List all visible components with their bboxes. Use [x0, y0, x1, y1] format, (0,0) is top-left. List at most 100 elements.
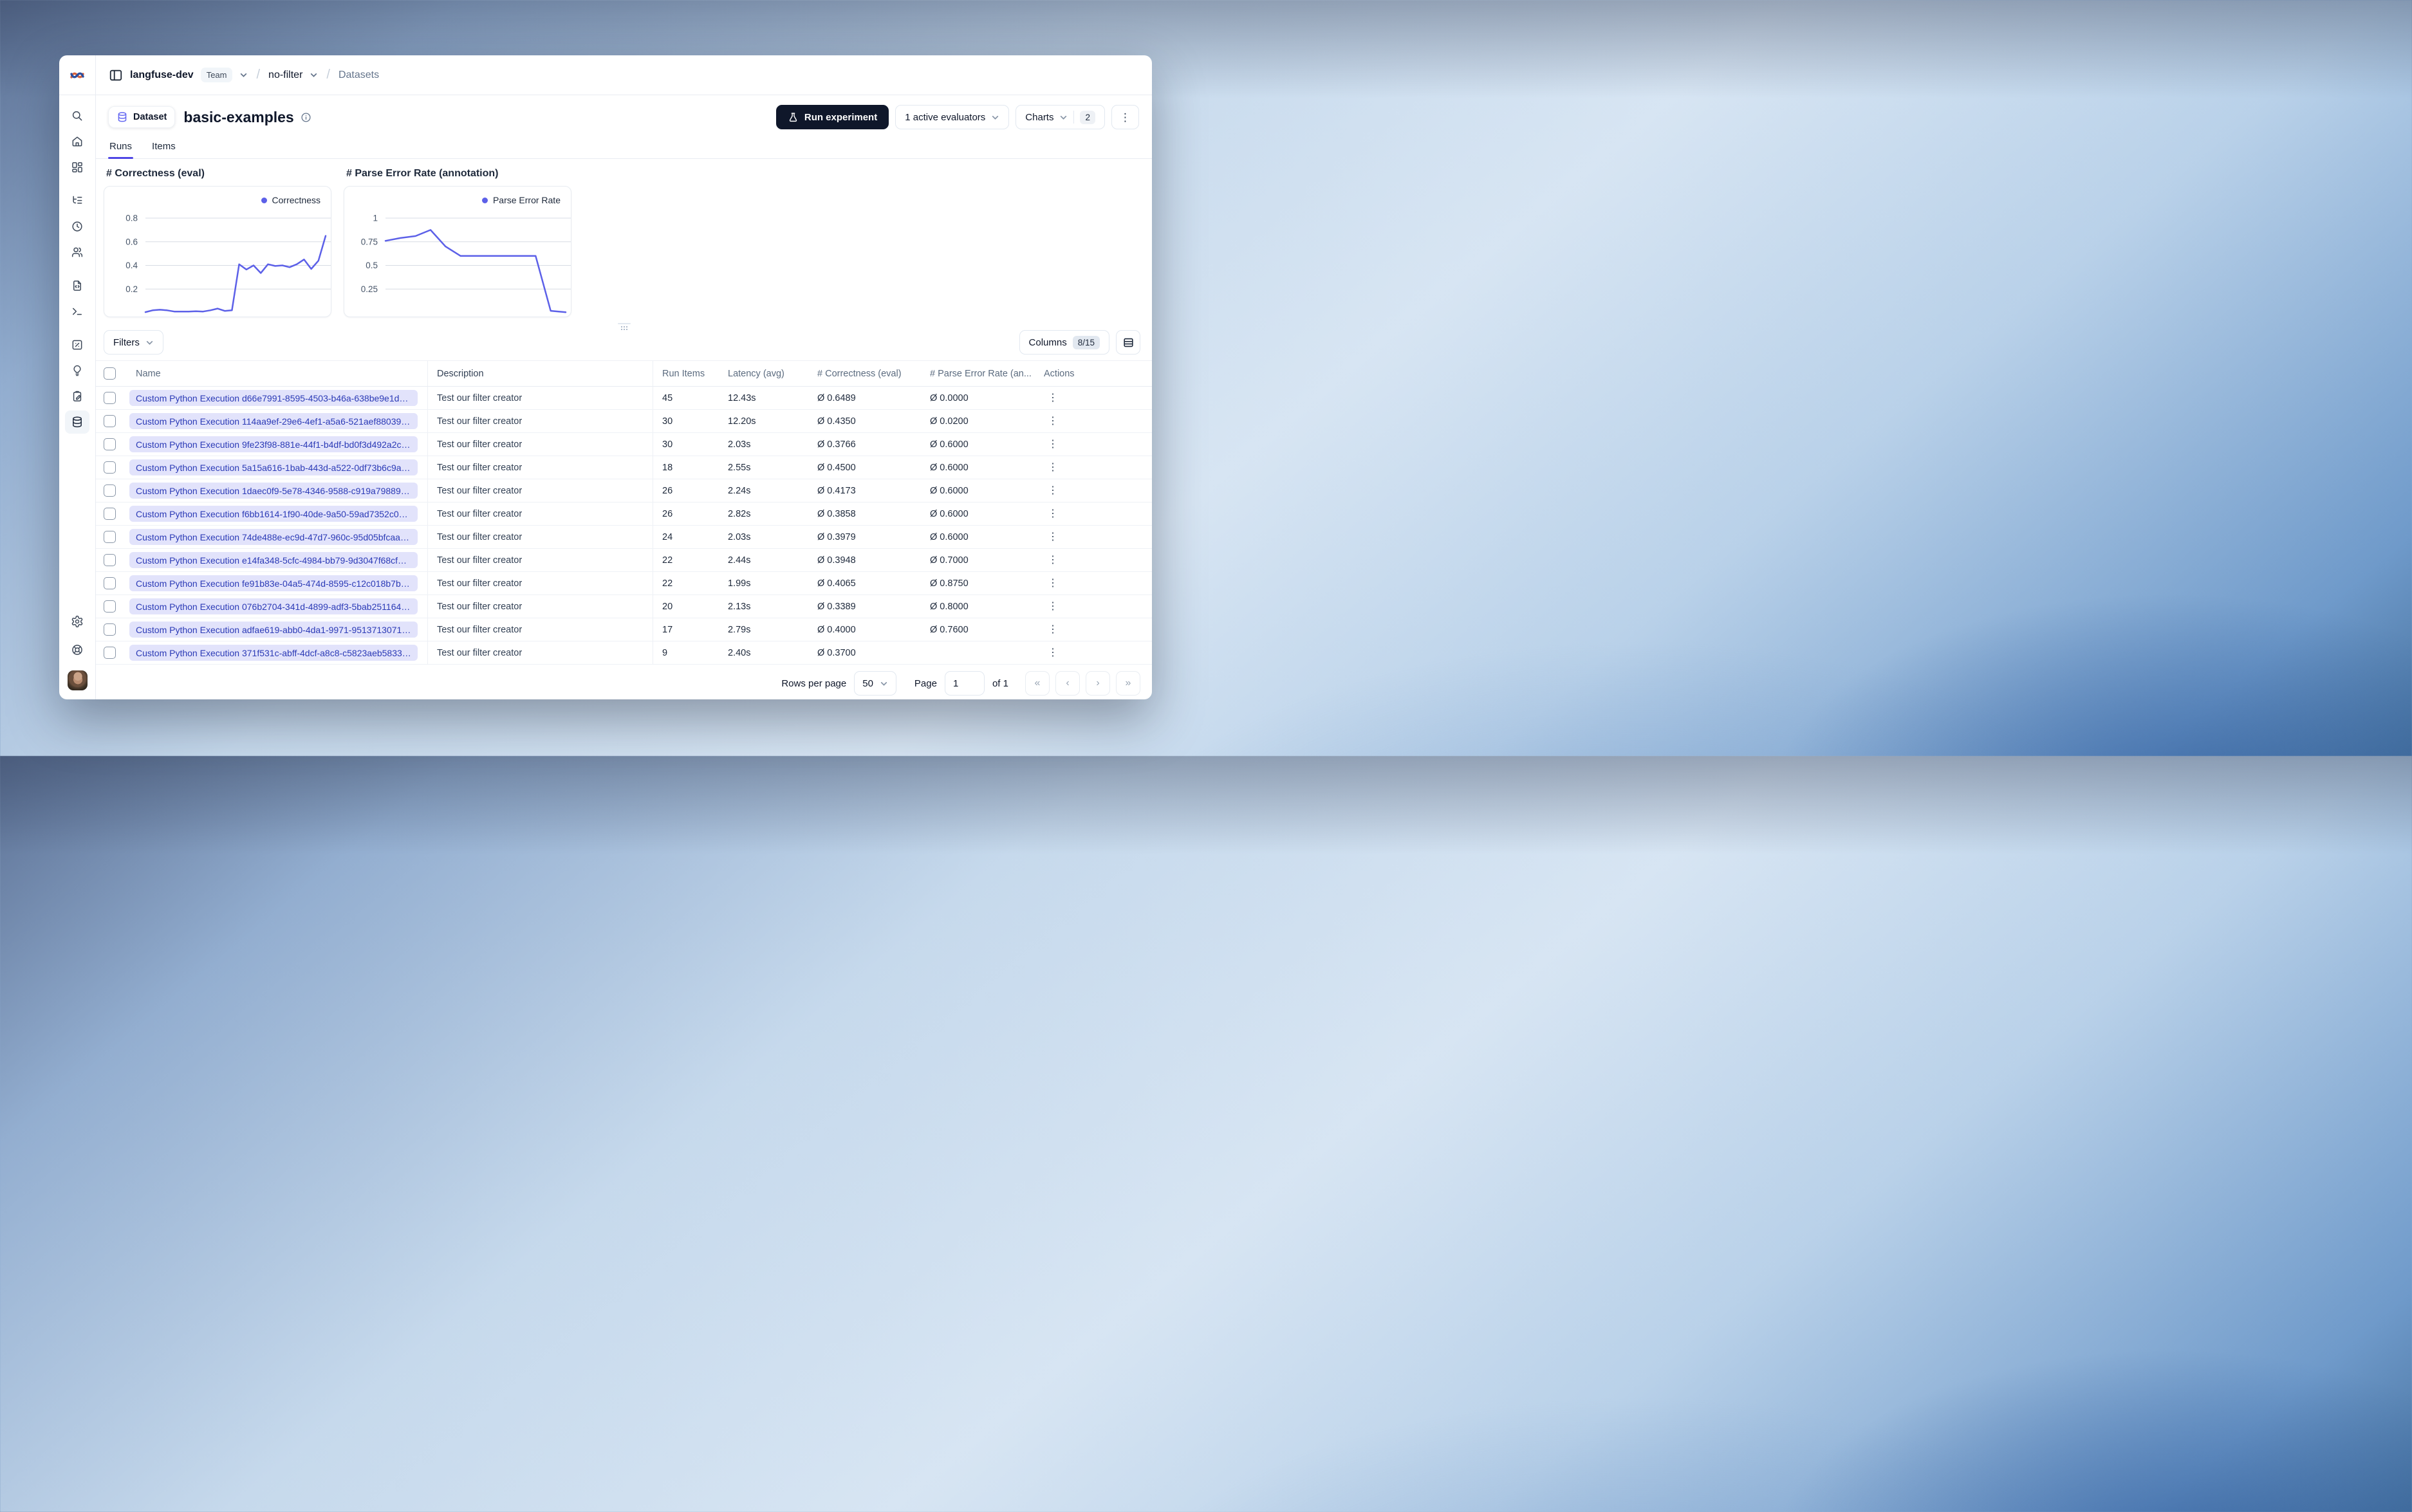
table-row[interactable]: Custom Python Execution 5a15a616-1bab-44…: [96, 456, 1152, 479]
clock-icon[interactable]: [65, 215, 89, 238]
row-checkbox[interactable]: [101, 526, 125, 548]
table-row[interactable]: Custom Python Execution 076b2704-341d-48…: [96, 595, 1152, 618]
info-icon[interactable]: [301, 112, 311, 123]
table-row[interactable]: Custom Python Execution d66e7991-8595-45…: [96, 387, 1152, 410]
file-code-icon[interactable]: [65, 274, 89, 297]
filters-button[interactable]: Filters: [104, 330, 163, 355]
tab-items[interactable]: Items: [151, 138, 177, 158]
tab-runs[interactable]: Runs: [108, 138, 134, 159]
row-kebab-menu-button[interactable]: ⋮: [1044, 554, 1062, 567]
row-kebab-menu-button[interactable]: ⋮: [1044, 600, 1062, 613]
database-icon[interactable]: [65, 410, 89, 434]
row-kebab-menu-button[interactable]: ⋮: [1044, 623, 1062, 636]
run-name-link[interactable]: Custom Python Execution e14fa348-5cfc-49…: [129, 552, 418, 568]
row-kebab-menu-button[interactable]: ⋮: [1044, 438, 1062, 451]
row-kebab-menu-button[interactable]: ⋮: [1044, 531, 1062, 544]
rows-per-page-select[interactable]: 50: [854, 671, 896, 696]
settings-gear-icon[interactable]: [65, 610, 89, 633]
row-kebab-menu-button[interactable]: ⋮: [1044, 415, 1062, 428]
run-name-link[interactable]: Custom Python Execution 114aa9ef-29e6-4e…: [129, 413, 418, 429]
run-experiment-button[interactable]: Run experiment: [775, 105, 889, 129]
table-row[interactable]: Custom Python Execution f6bb1614-1f90-40…: [96, 502, 1152, 526]
row-checkbox[interactable]: [101, 502, 125, 525]
home-icon[interactable]: [65, 130, 89, 153]
chart-title: # Parse Error Rate (annotation): [346, 168, 499, 179]
run-name-cell: Custom Python Execution 74de488e-ec9d-47…: [125, 526, 428, 548]
row-checkbox[interactable]: [101, 433, 125, 456]
run-correctness-value: Ø 0.3700: [817, 647, 856, 658]
charts-toggle-button[interactable]: Charts 2: [1016, 105, 1105, 129]
row-height-button[interactable]: [1116, 330, 1140, 355]
row-checkbox[interactable]: [101, 479, 125, 502]
list-tree-icon[interactable]: [65, 189, 89, 212]
table-row[interactable]: Custom Python Execution e14fa348-5cfc-49…: [96, 549, 1152, 572]
run-description: Test our filter creator: [428, 641, 653, 664]
row-kebab-menu-button[interactable]: ⋮: [1044, 392, 1062, 405]
run-name-link[interactable]: Custom Python Execution 74de488e-ec9d-47…: [129, 529, 418, 545]
row-kebab-menu-button[interactable]: ⋮: [1044, 647, 1062, 659]
lightbulb-icon[interactable]: [65, 359, 89, 382]
columns-button[interactable]: Columns 8/15: [1019, 330, 1109, 355]
terminal-icon[interactable]: [65, 300, 89, 323]
row-checkbox[interactable]: [101, 641, 125, 664]
select-all-checkbox[interactable]: [101, 361, 125, 386]
active-evaluators-button[interactable]: 1 active evaluators: [895, 105, 1010, 129]
row-checkbox[interactable]: [101, 549, 125, 571]
page-number-input[interactable]: [944, 671, 985, 696]
row-kebab-menu-button[interactable]: ⋮: [1044, 508, 1062, 521]
lifebuoy-support-icon[interactable]: [65, 638, 89, 661]
run-items-value: 26: [662, 485, 673, 496]
run-name-link[interactable]: Custom Python Execution 1daec0f9-5e78-43…: [129, 483, 418, 499]
svg-text:0.6: 0.6: [125, 237, 138, 246]
table-row[interactable]: Custom Python Execution 74de488e-ec9d-47…: [96, 526, 1152, 549]
panel-resize-handle[interactable]: [617, 323, 631, 327]
run-name-link[interactable]: Custom Python Execution 5a15a616-1bab-44…: [129, 459, 418, 475]
run-correctness-value: Ø 0.3858: [817, 508, 856, 519]
table-row[interactable]: Custom Python Execution fe91b83e-04a5-47…: [96, 572, 1152, 595]
next-page-button[interactable]: ›: [1086, 671, 1110, 696]
svg-text:0.25: 0.25: [361, 284, 378, 294]
clipboard-pen-icon[interactable]: [65, 385, 89, 408]
row-checkbox[interactable]: [101, 618, 125, 641]
run-name-link[interactable]: Custom Python Execution fe91b83e-04a5-47…: [129, 575, 418, 591]
last-page-button[interactable]: »: [1116, 671, 1140, 696]
table-row[interactable]: Custom Python Execution 371f531c-abff-4d…: [96, 641, 1152, 665]
sidebar-toggle-icon[interactable]: [109, 68, 123, 82]
users-icon[interactable]: [65, 241, 89, 264]
previous-page-button[interactable]: ‹: [1055, 671, 1080, 696]
header-kebab-menu-button[interactable]: ⋮: [1111, 105, 1139, 129]
environment-chevron-down-icon[interactable]: [310, 71, 318, 79]
run-items-value: 17: [662, 624, 673, 635]
environment-name[interactable]: no-filter: [268, 69, 302, 81]
row-actions-cell: ⋮: [1034, 387, 1152, 409]
run-name-link[interactable]: Custom Python Execution 076b2704-341d-48…: [129, 598, 418, 614]
table-row[interactable]: Custom Python Execution adfae619-abb0-4d…: [96, 618, 1152, 641]
search-icon[interactable]: [65, 104, 89, 127]
row-checkbox[interactable]: [101, 595, 125, 618]
project-chevron-down-icon[interactable]: [239, 71, 248, 79]
user-avatar[interactable]: [67, 670, 88, 690]
breadcrumb-section[interactable]: Datasets: [339, 69, 379, 81]
row-checkbox[interactable]: [101, 456, 125, 479]
table-row[interactable]: Custom Python Execution 9fe23f98-881e-44…: [96, 433, 1152, 456]
chart-parse-error-rate: # Parse Error Rate (annotation) 0.25 0.5 0…: [344, 168, 571, 317]
table-row[interactable]: Custom Python Execution 114aa9ef-29e6-4e…: [96, 410, 1152, 433]
run-name-link[interactable]: Custom Python Execution f6bb1614-1f90-40…: [129, 506, 418, 522]
columns-count-badge: 8/15: [1072, 335, 1100, 349]
project-name[interactable]: langfuse-dev: [130, 69, 194, 81]
first-page-button[interactable]: «: [1025, 671, 1050, 696]
row-checkbox[interactable]: [101, 387, 125, 409]
dashboard-grid-icon[interactable]: [65, 156, 89, 179]
run-description: Test our filter creator: [428, 526, 653, 548]
run-name-link[interactable]: Custom Python Execution adfae619-abb0-4d…: [129, 622, 418, 638]
run-name-link[interactable]: Custom Python Execution 371f531c-abff-4d…: [129, 645, 418, 661]
run-name-link[interactable]: Custom Python Execution 9fe23f98-881e-44…: [129, 436, 418, 452]
row-kebab-menu-button[interactable]: ⋮: [1044, 484, 1062, 497]
row-kebab-menu-button[interactable]: ⋮: [1044, 577, 1062, 590]
percent-square-icon[interactable]: [65, 333, 89, 356]
run-name-link[interactable]: Custom Python Execution d66e7991-8595-45…: [129, 390, 418, 406]
table-row[interactable]: Custom Python Execution 1daec0f9-5e78-43…: [96, 479, 1152, 502]
row-kebab-menu-button[interactable]: ⋮: [1044, 461, 1062, 474]
row-checkbox[interactable]: [101, 410, 125, 432]
row-checkbox[interactable]: [101, 572, 125, 595]
